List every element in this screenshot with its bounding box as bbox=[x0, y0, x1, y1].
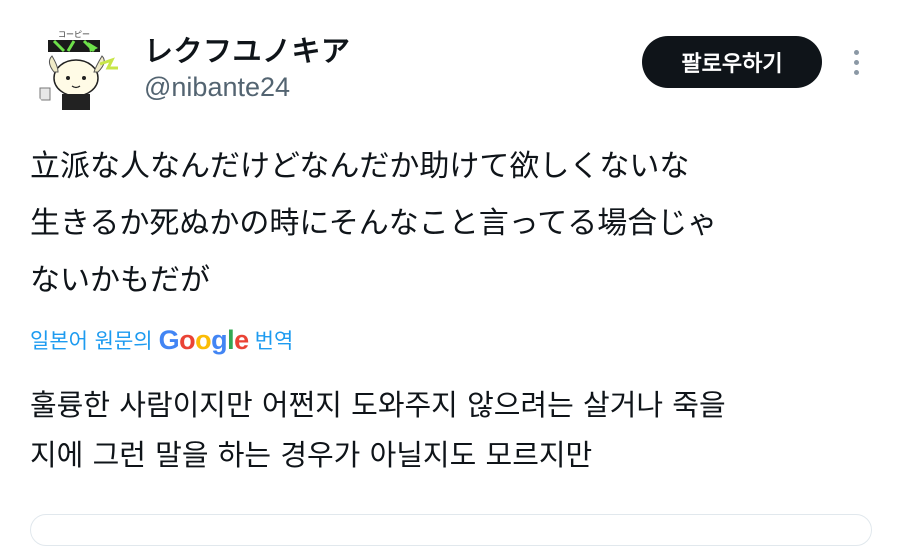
embedded-card[interactable] bbox=[30, 514, 872, 546]
translation-prefix: 일본어 원문의 bbox=[30, 329, 153, 353]
follow-button[interactable]: 팔로우하기 bbox=[642, 36, 822, 88]
google-logo-letter: o bbox=[179, 324, 196, 355]
vertical-dots-icon-dot bbox=[853, 59, 859, 65]
google-logo: Google bbox=[158, 324, 250, 356]
translated-text-line: 지에 그런 말을 하는 경우가 아닐지도 모르지만 bbox=[30, 438, 593, 472]
translation-attribution[interactable]: 일본어 원문의 Google 번역 bbox=[30, 322, 293, 358]
google-logo-letter: G bbox=[158, 324, 180, 355]
google-logo-letter: g bbox=[211, 324, 228, 355]
avatar[interactable]: コーピー bbox=[28, 22, 120, 114]
tweet-header: コーピー レクフユノキア @nibante24 팔로우하기 bbox=[0, 0, 900, 120]
google-logo-letter: e bbox=[234, 324, 249, 355]
user-handle[interactable]: @nibante24 bbox=[144, 72, 290, 103]
vertical-dots-icon bbox=[853, 49, 859, 55]
tweet-text-line: 生きるか死ぬかの時にそんなこと言ってる場合じゃ bbox=[30, 206, 718, 241]
translated-text: 훌륭한 사람이지만 어쩐지 도와주지 않으려는 살거나 죽을 지에 그런 말을 … bbox=[30, 380, 870, 480]
tweet-text: 立派な人なんだけどなんだか助けて欲しくないな 生きるか死ぬかの時にそんなこと言っ… bbox=[30, 138, 870, 309]
translation-suffix: 번역 bbox=[254, 329, 294, 353]
google-logo-letter: o bbox=[195, 324, 212, 355]
translated-text-line: 훌륭한 사람이지만 어쩐지 도와주지 않으려는 살거나 죽을 bbox=[30, 388, 726, 422]
tweet-text-line: 立派な人なんだけどなんだか助けて欲しくないな bbox=[30, 149, 690, 184]
display-name[interactable]: レクフユノキア bbox=[144, 28, 351, 70]
avatar-caption: コーピー bbox=[58, 30, 90, 39]
tweet-text-line: ないかもだが bbox=[30, 263, 210, 298]
more-options-button[interactable] bbox=[846, 42, 866, 82]
vertical-dots-icon-dot bbox=[853, 69, 859, 75]
avatar-illustration: コーピー bbox=[28, 22, 120, 114]
